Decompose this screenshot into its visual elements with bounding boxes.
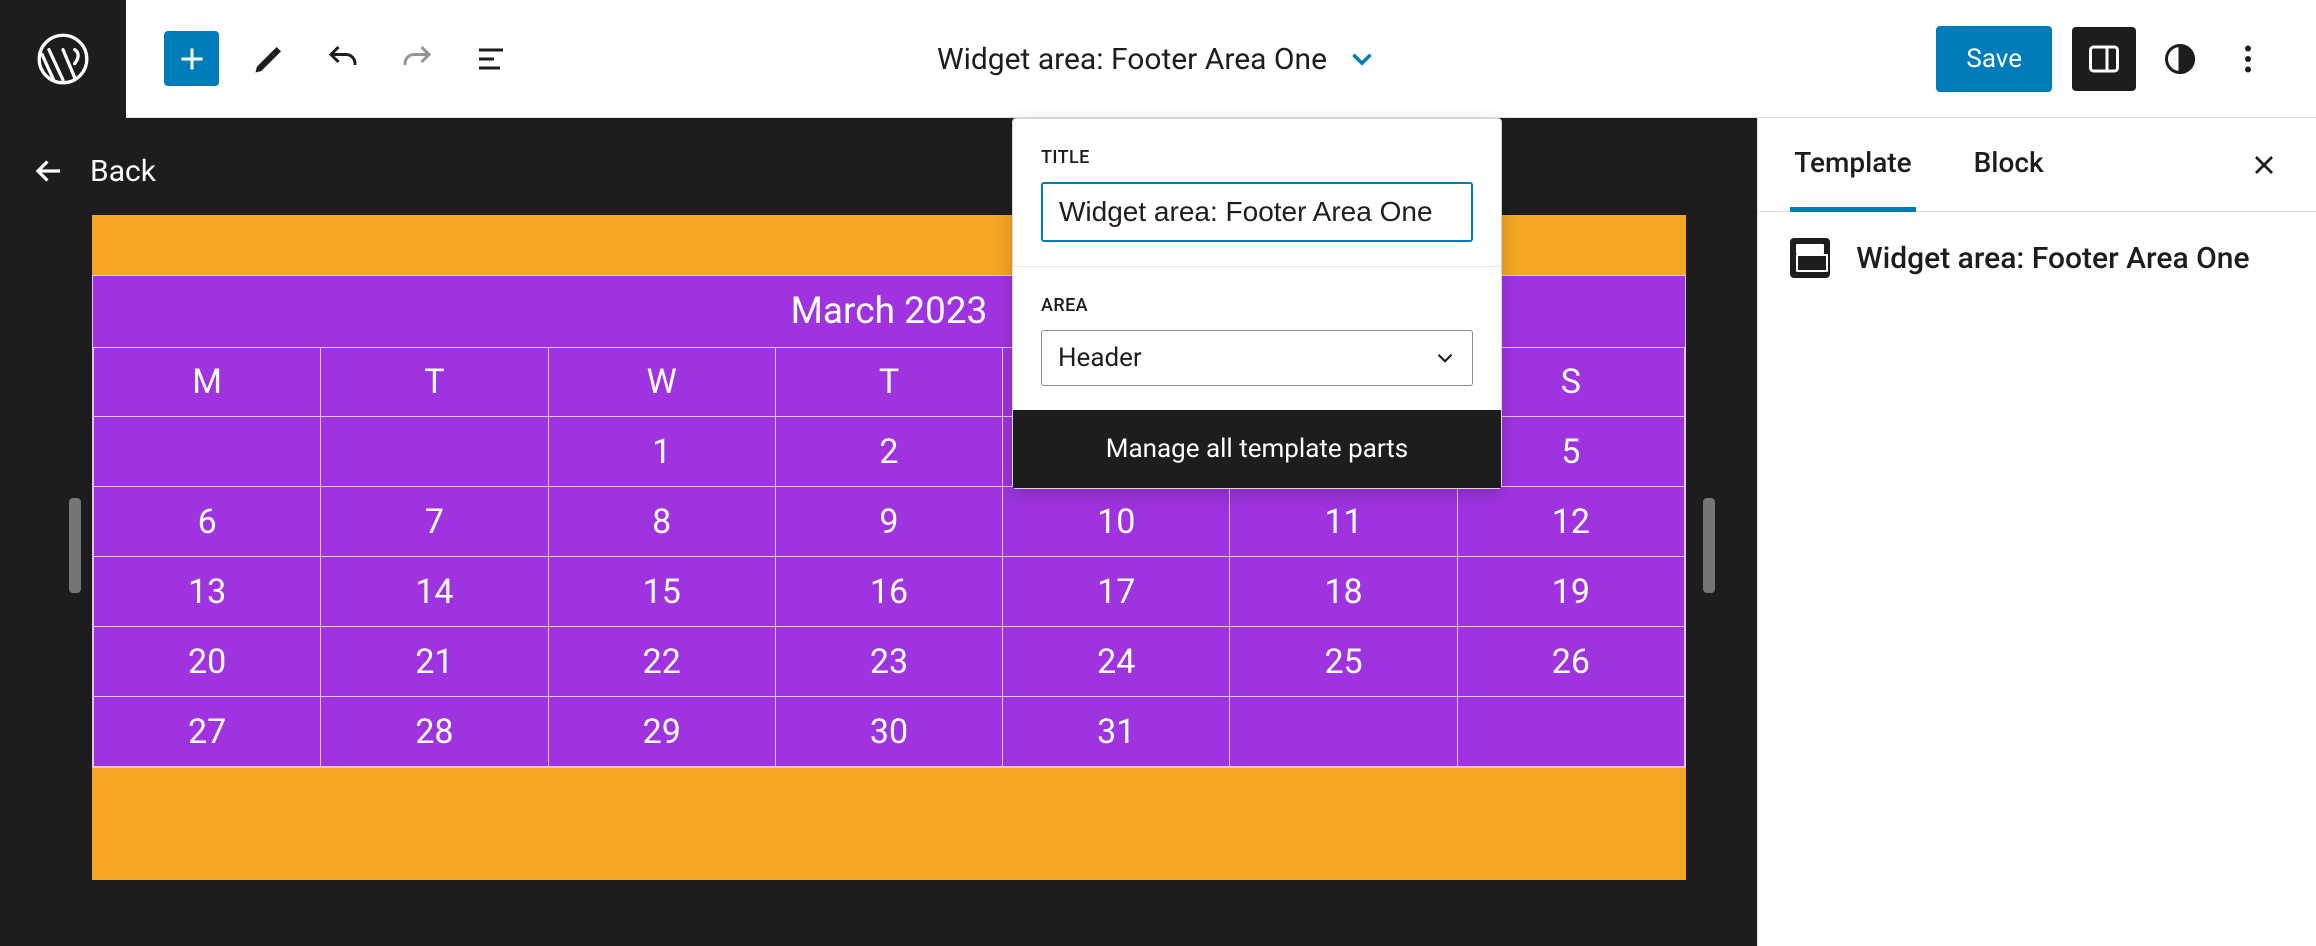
cal-cell[interactable]: 7 (321, 487, 548, 557)
title-input[interactable] (1041, 182, 1473, 242)
sidebar-panel-icon (2086, 41, 2122, 77)
redo-button[interactable] (393, 35, 441, 83)
close-icon (2248, 149, 2280, 181)
cal-cell[interactable]: 25 (1230, 627, 1457, 697)
contrast-icon (2162, 41, 2198, 77)
template-inspector-row[interactable]: Widget area: Footer Area One (1758, 212, 2316, 304)
cal-cell[interactable]: 13 (94, 557, 321, 627)
cal-cell[interactable]: 2 (775, 417, 1002, 487)
wordpress-logo-button[interactable] (0, 0, 126, 118)
cal-cell[interactable]: 1 (548, 417, 775, 487)
cal-cell[interactable] (94, 417, 321, 487)
tab-block[interactable]: Block (1970, 118, 2048, 212)
title-field-label: TITLE (1041, 147, 1473, 168)
cal-head: W (548, 348, 775, 417)
table-row: 6789101112 (94, 487, 1685, 557)
cal-cell[interactable]: 31 (1003, 697, 1230, 767)
template-part-icon (1790, 238, 1830, 278)
area-field-label: AREA (1041, 295, 1473, 316)
manage-template-parts-button[interactable]: Manage all template parts (1013, 410, 1501, 488)
table-row: 2728293031 (94, 697, 1685, 767)
template-inspector-title: Widget area: Footer Area One (1856, 241, 2249, 276)
cal-cell[interactable]: 18 (1230, 557, 1457, 627)
cal-head: T (775, 348, 1002, 417)
widget-area-bottom-padding (92, 768, 1686, 880)
resize-handle-right[interactable] (1703, 498, 1715, 593)
panel-title-section: TITLE (1013, 119, 1501, 266)
cal-cell[interactable] (1230, 697, 1457, 767)
toolbar-left-group (126, 31, 515, 86)
cal-cell[interactable] (1457, 697, 1684, 767)
undo-button[interactable] (319, 35, 367, 83)
back-label: Back (90, 154, 156, 189)
more-options-button[interactable] (2224, 35, 2272, 83)
cal-cell[interactable]: 27 (94, 697, 321, 767)
cal-cell[interactable]: 29 (548, 697, 775, 767)
cal-cell[interactable]: 11 (1230, 487, 1457, 557)
settings-sidebar: Template Block Widget area: Footer Area … (1757, 118, 2316, 946)
cal-cell[interactable]: 10 (1003, 487, 1230, 557)
cal-cell[interactable]: 30 (775, 697, 1002, 767)
close-sidebar-button[interactable] (2244, 145, 2284, 185)
sidebar-tabs: Template Block (1758, 118, 2316, 212)
cal-cell[interactable]: 23 (775, 627, 1002, 697)
template-part-dropdown-panel: TITLE AREA Header Manage all template pa… (1012, 118, 1502, 489)
dots-vertical-icon (2230, 41, 2266, 77)
cal-cell[interactable]: 22 (548, 627, 775, 697)
wordpress-icon (35, 31, 91, 87)
editor-canvas: Back March 2023 M T W T F S S (0, 118, 1757, 946)
cal-cell[interactable]: 15 (548, 557, 775, 627)
tab-template[interactable]: Template (1790, 118, 1915, 212)
editor-body: Back March 2023 M T W T F S S (0, 118, 2316, 946)
area-select-value: Header (1058, 343, 1142, 373)
cal-cell[interactable]: 16 (775, 557, 1002, 627)
table-row: 13141516171819 (94, 557, 1685, 627)
cal-cell[interactable]: 20 (94, 627, 321, 697)
cal-cell[interactable]: 26 (1457, 627, 1684, 697)
save-button[interactable]: Save (1936, 26, 2052, 92)
arrow-left-icon (30, 152, 68, 190)
table-row: 20212223242526 (94, 627, 1685, 697)
document-title-dropdown[interactable]: Widget area: Footer Area One (937, 0, 1379, 118)
list-view-button[interactable] (467, 35, 515, 83)
top-toolbar: Widget area: Footer Area One Save (0, 0, 2316, 118)
cal-cell[interactable]: 28 (321, 697, 548, 767)
resize-handle-left[interactable] (69, 498, 81, 593)
cal-cell[interactable]: 24 (1003, 627, 1230, 697)
plus-icon (174, 41, 210, 77)
cal-cell[interactable]: 19 (1457, 557, 1684, 627)
cal-cell[interactable]: 17 (1003, 557, 1230, 627)
area-select[interactable]: Header (1041, 330, 1473, 386)
cal-cell[interactable]: 9 (775, 487, 1002, 557)
cal-cell[interactable]: 8 (548, 487, 775, 557)
chevron-down-icon (1432, 345, 1458, 371)
styles-button[interactable] (2156, 35, 2204, 83)
panel-area-section: AREA Header (1013, 267, 1501, 410)
edit-tool-button[interactable] (245, 35, 293, 83)
chevron-down-icon (1345, 42, 1379, 76)
cal-cell[interactable] (321, 417, 548, 487)
settings-sidebar-toggle[interactable] (2072, 27, 2136, 91)
list-view-icon (473, 41, 509, 77)
cal-cell[interactable]: 14 (321, 557, 548, 627)
undo-icon (325, 41, 361, 77)
cal-cell[interactable]: 6 (94, 487, 321, 557)
cal-cell[interactable]: 12 (1457, 487, 1684, 557)
redo-icon (399, 41, 435, 77)
document-title-label: Widget area: Footer Area One (937, 42, 1327, 77)
pencil-icon (251, 41, 287, 77)
toolbar-right-group: Save (1936, 26, 2316, 92)
cal-cell[interactable]: 21 (321, 627, 548, 697)
add-block-button[interactable] (164, 31, 219, 86)
cal-head: M (94, 348, 321, 417)
cal-head: T (321, 348, 548, 417)
